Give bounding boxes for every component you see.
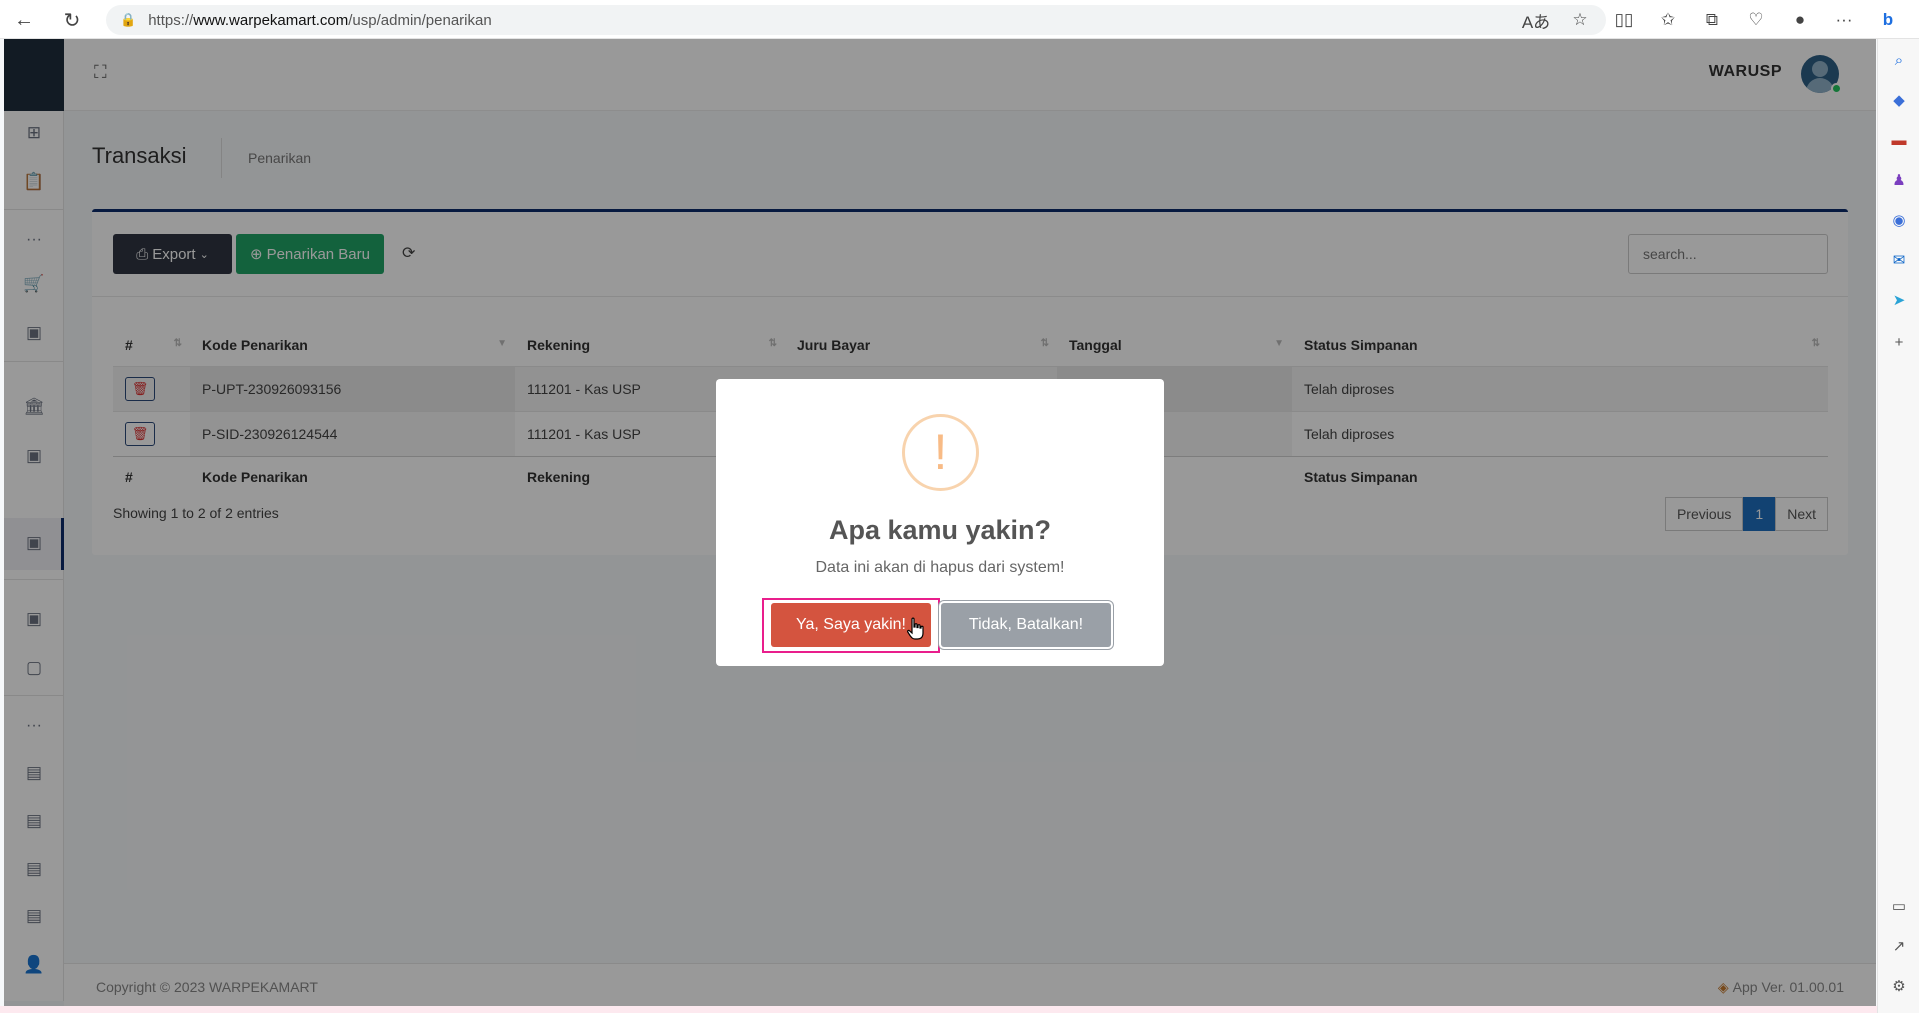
settings-gear-icon[interactable]: ⚙: [1887, 975, 1911, 999]
browser-toolbar: ← ↻ 🔒 https://www.warpekamart.com/usp/ad…: [0, 0, 1919, 39]
confirm-dialog: ! Apa kamu yakin? Data ini akan di hapus…: [716, 379, 1164, 666]
browser-essentials-icon[interactable]: ♡: [1739, 4, 1773, 36]
lock-icon: 🔒: [120, 12, 137, 27]
external-link-icon[interactable]: ↗: [1887, 935, 1911, 959]
bing-copilot-icon[interactable]: b: [1871, 4, 1905, 36]
url-host: www.warpekamart.com: [193, 11, 349, 29]
favorites-icon[interactable]: ✩: [1651, 4, 1685, 36]
collections-icon[interactable]: ⧉: [1695, 4, 1729, 36]
back-icon[interactable]: ←: [6, 2, 42, 38]
more-icon[interactable]: ···: [1827, 4, 1861, 36]
hand-cursor-icon: [907, 617, 924, 640]
dialog-message: Data ini akan di hapus dari system!: [815, 559, 1065, 576]
office-icon[interactable]: ◉: [1887, 209, 1911, 233]
reload-icon[interactable]: ↻: [54, 2, 90, 38]
dialog-title: Apa kamu yakin?: [828, 515, 1052, 545]
url-prefix: https://: [148, 11, 194, 29]
sidebar-layout-icon[interactable]: ▭: [1887, 895, 1911, 919]
address-bar[interactable]: 🔒 https://www.warpekamart.com/usp/admin/…: [106, 5, 1606, 35]
cancel-button[interactable]: Tidak, Batalkan!: [941, 603, 1111, 647]
tools-icon[interactable]: ▬: [1887, 129, 1911, 153]
outlook-icon[interactable]: ✉: [1887, 249, 1911, 273]
warning-icon: !: [902, 414, 979, 491]
shopping-tag-icon[interactable]: ◆: [1887, 89, 1911, 113]
send-icon[interactable]: ➤: [1887, 289, 1911, 313]
games-icon[interactable]: ♟: [1887, 169, 1911, 193]
edge-sidebar: ⌕ ◆ ▬ ♟ ◉ ✉ ➤ + ▭ ↗ ⚙: [1877, 39, 1919, 1013]
split-screen-icon[interactable]: ▯▯: [1607, 4, 1641, 36]
url-path: /usp/admin/penarikan: [348, 11, 492, 29]
bottom-strip: [0, 1006, 1877, 1013]
search-icon[interactable]: ⌕: [1887, 49, 1911, 73]
read-aloud-icon[interactable]: Aあ: [1519, 4, 1553, 36]
profile-icon[interactable]: ●: [1783, 4, 1817, 36]
add-icon[interactable]: +: [1887, 331, 1911, 355]
favorite-star-icon[interactable]: ☆: [1563, 4, 1597, 36]
